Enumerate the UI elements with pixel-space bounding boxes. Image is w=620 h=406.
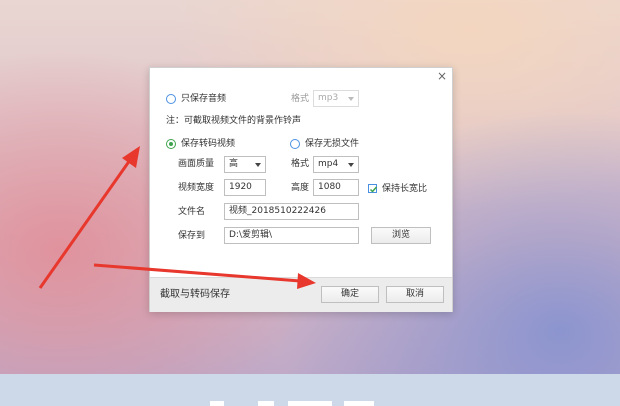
height-input[interactable]: 1080 — [313, 179, 359, 196]
filename-input[interactable]: 视频_2018510222426 — [224, 203, 359, 220]
chevron-down-icon — [255, 163, 261, 167]
save-dialog: × 只保存音频 格式 mp3 注：可截取视频文件的背景作铃声 保存转码视频 保存… — [149, 67, 453, 312]
lossless-radio[interactable] — [290, 139, 300, 149]
lossless-label[interactable]: 保存无损文件 — [305, 138, 359, 150]
browse-button[interactable]: 浏览 — [371, 227, 431, 244]
cancel-button[interactable]: 取消 — [386, 286, 444, 303]
video-format-value: mp4 — [318, 159, 339, 169]
transcode-video-radio[interactable] — [166, 139, 176, 149]
filename-label: 文件名 — [178, 207, 206, 217]
audio-only-label[interactable]: 只保存音频 — [181, 93, 226, 105]
audio-format-label: 格式 — [291, 94, 310, 104]
width-label: 视频宽度 — [178, 183, 215, 193]
quality-label: 画面质量 — [178, 159, 215, 169]
keep-ratio-checkbox[interactable] — [368, 184, 378, 193]
quality-select[interactable]: 高 — [224, 156, 266, 173]
bottom-panel-block — [288, 401, 332, 406]
audio-format-select[interactable]: mp3 — [313, 90, 359, 107]
save-to-label: 保存到 — [178, 231, 206, 241]
bottom-panel-block — [258, 401, 274, 406]
keep-ratio-label[interactable]: 保持长宽比 — [382, 183, 427, 195]
bottom-panel-block — [210, 401, 224, 406]
video-format-label: 格式 — [291, 159, 310, 169]
height-label: 高度 — [291, 183, 310, 193]
footer-title: 截取与转码保存 — [160, 289, 230, 300]
width-input[interactable]: 1920 — [224, 179, 266, 196]
note-text: 注：可截取视频文件的背景作铃声 — [166, 116, 302, 126]
quality-value: 高 — [229, 159, 239, 169]
save-path-input[interactable]: D:\爱剪辑\ — [224, 227, 359, 244]
audio-only-radio[interactable] — [166, 94, 176, 104]
chevron-down-icon — [348, 163, 354, 167]
dialog-footer: 截取与转码保存 确定 取消 — [150, 277, 452, 312]
chevron-down-icon — [348, 97, 354, 101]
checkmark-icon — [369, 186, 378, 193]
bottom-panel-block — [344, 401, 374, 406]
transcode-video-label[interactable]: 保存转码视频 — [181, 138, 235, 150]
audio-format-value: mp3 — [318, 93, 339, 103]
close-icon[interactable]: × — [437, 70, 447, 82]
video-format-select[interactable]: mp4 — [313, 156, 359, 173]
ok-button[interactable]: 确定 — [321, 286, 379, 303]
